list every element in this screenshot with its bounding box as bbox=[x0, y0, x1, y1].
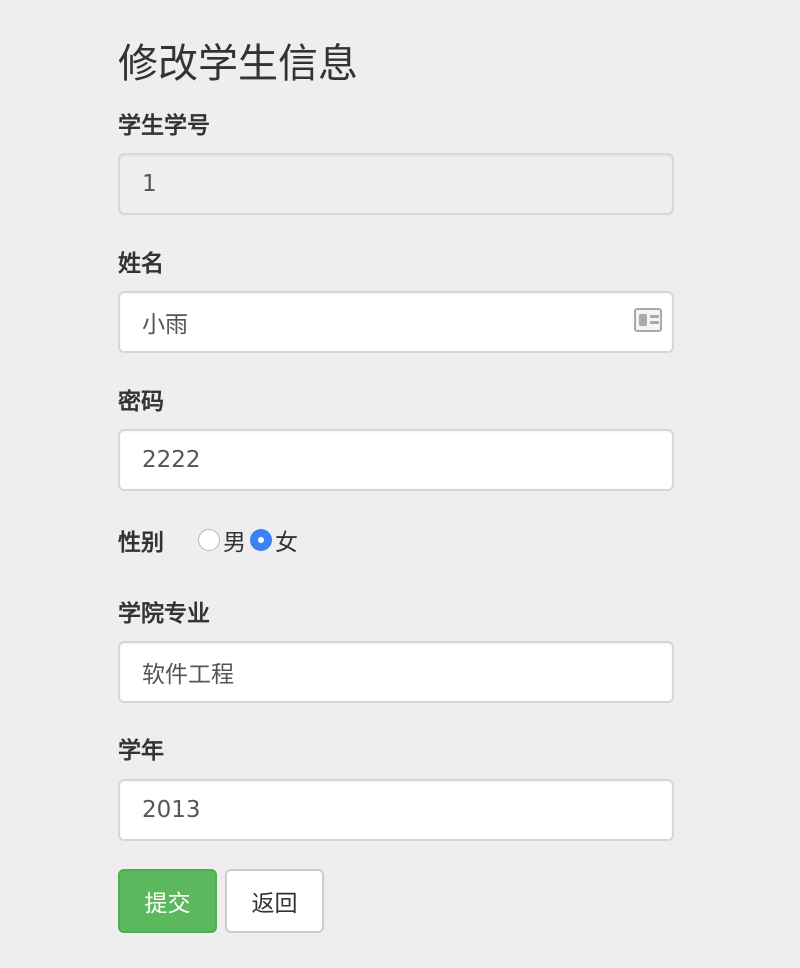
gender-label: 性别 bbox=[118, 530, 164, 556]
name-label: 姓名 bbox=[118, 251, 164, 277]
gender-male-radio[interactable] bbox=[198, 529, 220, 551]
year-field[interactable] bbox=[118, 779, 674, 841]
back-button[interactable]: 返回 bbox=[225, 869, 324, 933]
page-title: 修改学生信息 bbox=[118, 41, 358, 87]
major-label: 学院专业 bbox=[118, 601, 210, 627]
password-label: 密码 bbox=[118, 389, 164, 415]
gender-female-label[interactable]: 女 bbox=[275, 523, 298, 557]
year-label: 学年 bbox=[118, 738, 164, 764]
gender-group: 性别 男 女 bbox=[118, 524, 302, 556]
gender-male-label[interactable]: 男 bbox=[223, 523, 246, 557]
major-field[interactable] bbox=[118, 641, 674, 703]
gender-female-radio[interactable] bbox=[250, 529, 272, 551]
contact-card-icon[interactable] bbox=[634, 308, 662, 332]
name-field[interactable] bbox=[118, 291, 674, 353]
name-field-wrapper bbox=[118, 291, 674, 353]
submit-button[interactable]: 提交 bbox=[118, 869, 217, 933]
student-id-field[interactable] bbox=[118, 153, 674, 215]
password-field[interactable] bbox=[118, 429, 674, 491]
student-id-label: 学生学号 bbox=[118, 113, 210, 139]
